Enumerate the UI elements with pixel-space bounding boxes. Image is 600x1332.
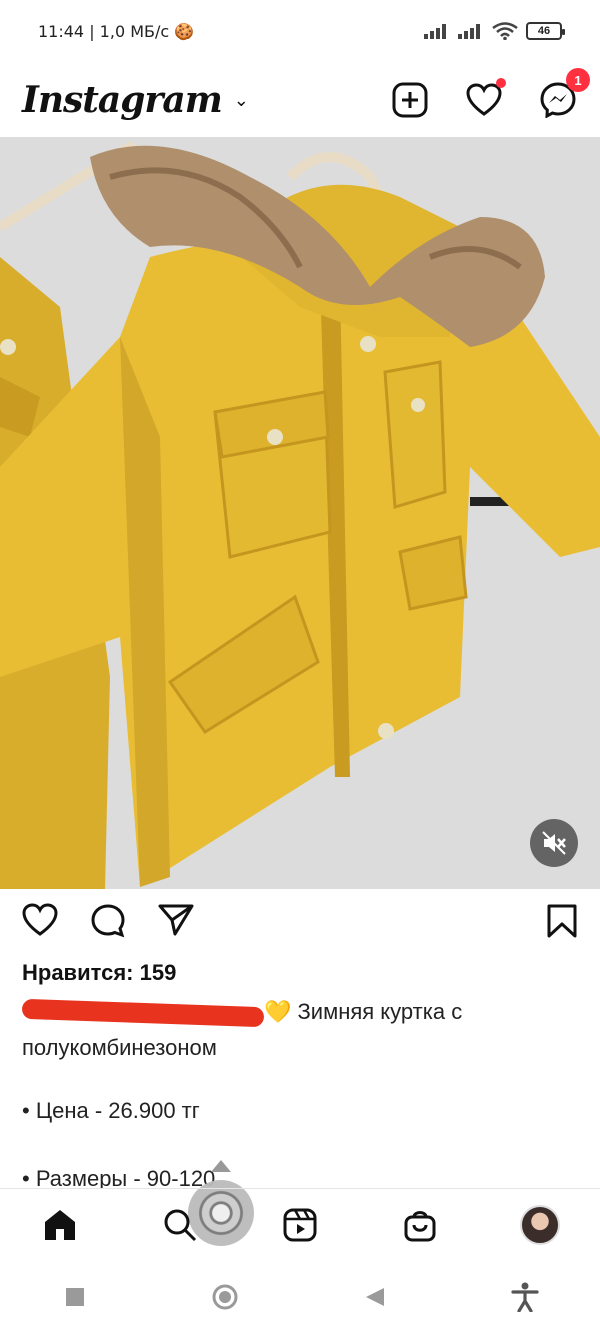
like-button[interactable] [22, 902, 58, 944]
status-time: 11:44 | 1,0 МБ/с 🍪 [38, 21, 195, 41]
save-button[interactable] [546, 903, 578, 944]
comment-icon [91, 903, 125, 937]
system-nav-bar [0, 1262, 600, 1332]
share-button[interactable] [158, 903, 194, 944]
square-icon [66, 1288, 84, 1306]
tab-profile[interactable] [518, 1203, 562, 1247]
heart-icon [466, 83, 502, 116]
likes-count[interactable]: Нравится: 159 [22, 960, 176, 986]
circle-icon [212, 1284, 238, 1310]
message-badge: 1 [566, 68, 590, 92]
activity-button[interactable] [464, 78, 506, 120]
speaker-muted-icon [542, 831, 566, 855]
home-icon [45, 1209, 75, 1240]
battery-icon: 46 [526, 22, 565, 40]
reels-icon [283, 1208, 317, 1241]
back-triangle-icon [366, 1288, 384, 1306]
app-logo[interactable]: Instagram [22, 79, 223, 121]
bookmark-icon [547, 904, 577, 937]
send-icon [158, 904, 194, 935]
profile-avatar [520, 1204, 560, 1245]
bottom-tab-bar [0, 1188, 600, 1260]
post-image [0, 137, 600, 889]
add-icon [392, 82, 428, 118]
post-caption: 💛 Зимняя куртка с полукомбинезоном [21, 994, 582, 1066]
home-nav-button[interactable] [203, 1275, 247, 1319]
status-bar: 11:44 | 1,0 МБ/с 🍪 46 [0, 0, 600, 62]
status-icons: 46 [424, 22, 565, 40]
heart-icon [22, 902, 58, 936]
shopping-bag-icon [404, 1210, 436, 1241]
tab-shop[interactable] [398, 1203, 442, 1247]
new-post-button[interactable] [390, 80, 430, 120]
sizes-line: • Размеры - 90-120 [22, 1166, 216, 1188]
chevron-down-icon[interactable]: ⌄ [234, 90, 249, 111]
search-icon [164, 1209, 197, 1241]
mute-button[interactable] [530, 819, 578, 867]
redacted-username [21, 998, 265, 1028]
signal-icon [424, 24, 446, 39]
price-line: • Цена - 26.900 тг [22, 1098, 200, 1123]
post-media[interactable] [0, 137, 600, 889]
comment-button[interactable] [90, 903, 126, 944]
tab-home[interactable] [38, 1203, 82, 1247]
assistive-arrow-icon [211, 1160, 231, 1172]
accessibility-button[interactable] [503, 1275, 547, 1319]
accessibility-icon [511, 1282, 539, 1312]
back-button[interactable] [353, 1275, 397, 1319]
tab-search[interactable] [158, 1203, 202, 1247]
app-header: Instagram ⌄ 1 [0, 62, 600, 138]
recents-button[interactable] [53, 1275, 97, 1319]
messenger-button[interactable]: 1 [538, 68, 590, 120]
notification-dot [496, 78, 506, 88]
tab-reels[interactable] [278, 1203, 322, 1247]
signal-icon-2 [458, 24, 480, 39]
post-actions [0, 896, 600, 950]
wifi-icon [492, 22, 518, 40]
